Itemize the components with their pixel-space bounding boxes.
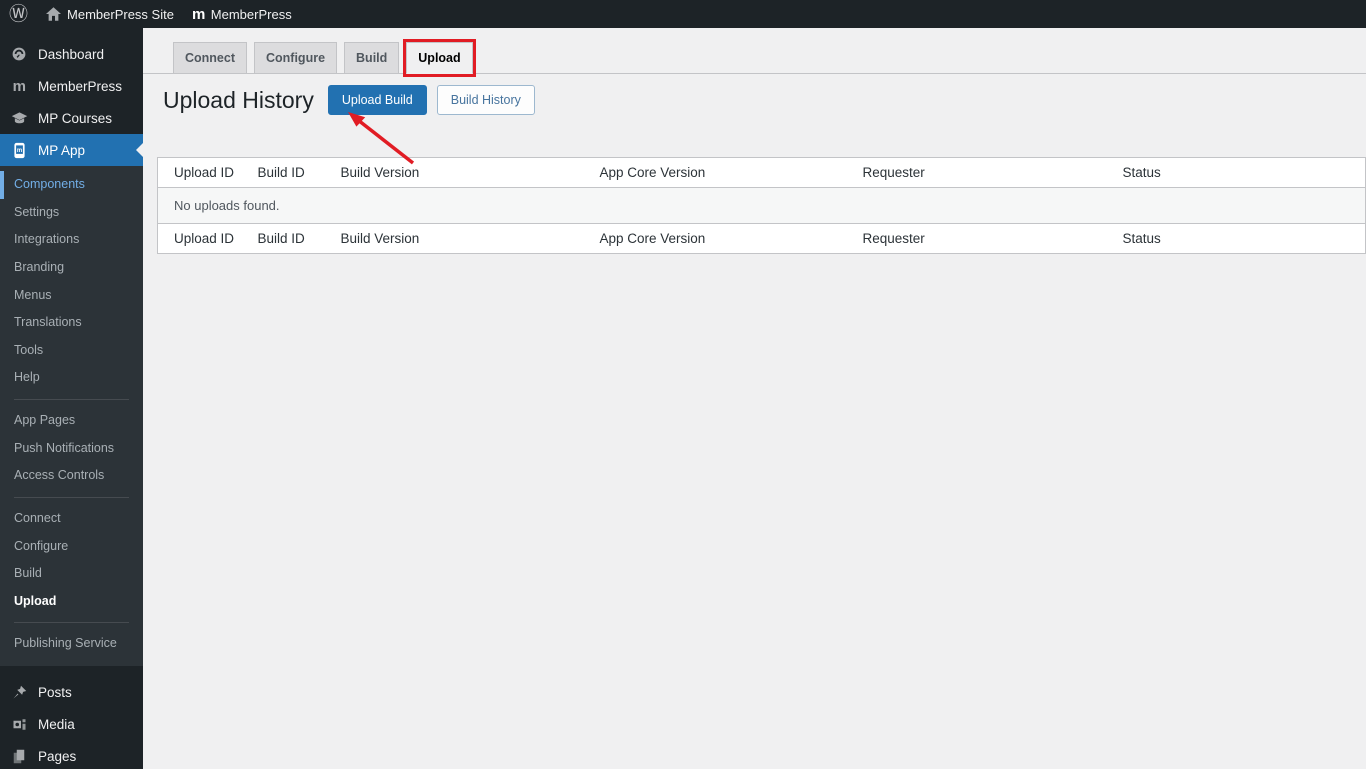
column-status: Status xyxy=(1112,223,1366,254)
column-requester: Requester xyxy=(852,223,1113,254)
submenu-item-configure[interactable]: Configure xyxy=(0,533,143,561)
app-icon: m xyxy=(9,141,29,159)
pages-icon xyxy=(9,747,29,765)
submenu-item-publishing-service[interactable]: Publishing Service xyxy=(0,630,143,658)
site-name-label: MemberPress Site xyxy=(67,6,174,22)
page-title: Upload History xyxy=(163,86,314,113)
courses-icon xyxy=(9,109,29,127)
submenu-group-2: App Pages Push Notifications Access Cont… xyxy=(0,407,143,490)
column-status: Status xyxy=(1112,157,1366,189)
sidebar-item-mp-courses[interactable]: MP Courses xyxy=(0,102,143,134)
sidebar-item-label: Posts xyxy=(38,684,72,700)
tab-upload[interactable]: Upload xyxy=(403,39,476,77)
sidebar-item-mp-app[interactable]: m MP App xyxy=(0,134,143,166)
upload-build-button[interactable]: Upload Build xyxy=(327,85,427,116)
submenu-divider xyxy=(14,622,129,624)
memberpress-adminbar-label: MemberPress xyxy=(210,6,292,22)
tab-connect[interactable]: Connect xyxy=(173,42,247,73)
column-build-version: Build Version xyxy=(330,157,590,189)
memberpress-logo-icon: m xyxy=(191,5,205,23)
sidebar-item-label: MemberPress xyxy=(38,78,123,94)
sidebar-item-label: Media xyxy=(38,716,75,732)
column-upload-id: Upload ID xyxy=(157,223,248,254)
submenu-item-help[interactable]: Help xyxy=(0,364,143,392)
column-app-core-version: App Core Version xyxy=(589,223,853,254)
submenu-item-connect[interactable]: Connect xyxy=(0,505,143,533)
build-history-button[interactable]: Build History xyxy=(436,85,535,116)
submenu-divider xyxy=(14,399,129,400)
submenu-item-integrations[interactable]: Integrations xyxy=(0,226,143,254)
submenu-group-3: Connect Configure Build Upload xyxy=(0,505,143,616)
upload-history-table: Upload ID Build ID Build Version App Cor… xyxy=(157,157,1366,255)
submenu-item-build[interactable]: Build xyxy=(0,560,143,588)
column-build-id: Build ID xyxy=(247,223,331,254)
tab-configure[interactable]: Configure xyxy=(254,42,338,73)
sidebar-item-dashboard[interactable]: Dashboard xyxy=(0,38,143,70)
table-header: Upload ID Build ID Build Version App Cor… xyxy=(157,157,1366,189)
empty-message: No uploads found. xyxy=(157,187,1366,224)
submenu-item-upload[interactable]: Upload xyxy=(0,588,143,616)
admin-sidebar: Dashboard m MemberPress MP Courses m MP … xyxy=(0,28,143,769)
submenu-item-components[interactable]: Components xyxy=(0,171,143,199)
page-header: Upload History Upload Build Build Histor… xyxy=(163,85,1366,116)
content-area: Connect Configure Build Upload Upload Hi… xyxy=(143,28,1366,769)
table-footer: Upload ID Build ID Build Version App Cor… xyxy=(157,223,1366,254)
svg-text:m: m xyxy=(16,148,21,154)
table-row: No uploads found. xyxy=(157,187,1366,224)
column-build-version: Build Version xyxy=(330,223,590,254)
sidebar-item-label: Dashboard xyxy=(38,46,105,62)
admin-bar: Ⓦ MemberPress Site m MemberPress xyxy=(0,0,1366,28)
mp-app-submenu: Components Settings Integrations Brandin… xyxy=(0,166,143,666)
column-upload-id: Upload ID xyxy=(157,157,248,189)
memberpress-icon: m xyxy=(12,77,26,95)
main-menu: Dashboard m MemberPress MP Courses m MP … xyxy=(0,28,143,166)
wordpress-logo-icon: Ⓦ xyxy=(9,3,29,25)
column-requester: Requester xyxy=(852,157,1113,189)
sidebar-item-label: Pages xyxy=(38,748,77,764)
media-icon xyxy=(9,715,29,733)
pushpin-icon xyxy=(9,683,29,701)
tab-bar: Connect Configure Build Upload xyxy=(143,28,1366,77)
sidebar-item-memberpress[interactable]: m MemberPress xyxy=(0,70,143,102)
memberpress-adminbar-menu[interactable]: m MemberPress xyxy=(183,0,301,28)
submenu-group-4: Publishing Service xyxy=(0,630,143,658)
wordpress-logo-menu[interactable]: Ⓦ xyxy=(0,0,37,28)
submenu-item-push-notifications[interactable]: Push Notifications xyxy=(0,435,143,463)
submenu-item-translations[interactable]: Translations xyxy=(0,309,143,337)
site-name-menu[interactable]: MemberPress Site xyxy=(37,0,183,28)
sidebar-item-label: MP Courses xyxy=(38,110,113,126)
submenu-item-tools[interactable]: Tools xyxy=(0,337,143,365)
sidebar-item-pages[interactable]: Pages xyxy=(0,740,143,769)
sidebar-item-posts[interactable]: Posts xyxy=(0,676,143,708)
tab-build[interactable]: Build xyxy=(344,42,400,73)
submenu-item-access-controls[interactable]: Access Controls xyxy=(0,462,143,490)
submenu-item-menus[interactable]: Menus xyxy=(0,282,143,310)
submenu-item-branding[interactable]: Branding xyxy=(0,254,143,282)
submenu-divider xyxy=(14,496,129,498)
sidebar-item-media[interactable]: Media xyxy=(0,708,143,740)
submenu-item-settings[interactable]: Settings xyxy=(0,199,143,227)
submenu-group-1: Components Settings Integrations Brandin… xyxy=(0,171,143,392)
dashboard-icon xyxy=(9,45,29,63)
sidebar-item-label: MP App xyxy=(38,142,86,158)
column-build-id: Build ID xyxy=(247,157,331,189)
core-menu: Posts Media Pages Comments Adminbar Edit… xyxy=(0,676,143,769)
column-app-core-version: App Core Version xyxy=(589,157,853,189)
home-icon xyxy=(46,7,62,21)
submenu-item-app-pages[interactable]: App Pages xyxy=(0,407,143,435)
